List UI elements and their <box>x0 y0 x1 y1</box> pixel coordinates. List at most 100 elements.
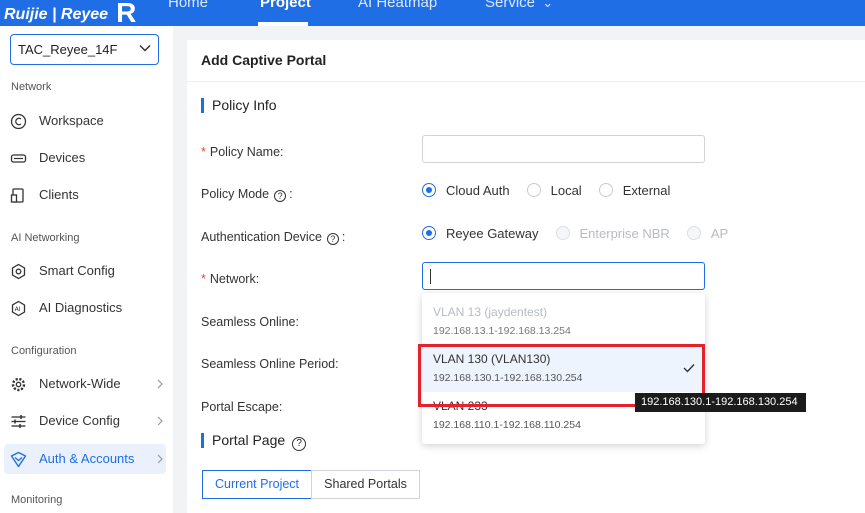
logo-text: Ruijie | Reyee <box>4 6 109 23</box>
radio-label: Enterprise NBR <box>579 226 670 241</box>
policy-mode-label-text: Policy Mode <box>201 187 270 201</box>
sidebar-item-label: Smart Config <box>39 263 115 278</box>
radio-unchecked-icon <box>526 183 541 197</box>
nav-service-label: Service <box>485 0 536 11</box>
chevron-right-icon <box>157 379 163 389</box>
sidebar-item-label: AI Diagnostics <box>39 300 123 315</box>
sidebar-item-smart-config[interactable]: Smart Config <box>4 256 166 286</box>
sidebar-item-label: Network-Wide <box>39 376 121 391</box>
seamless-period-label-text: Seamless Online Period <box>201 357 336 371</box>
sidebar-item-label: Devices <box>39 150 86 165</box>
radio-enterprise-nbr: Enterprise NBR <box>555 226 670 241</box>
portal-escape-label: Portal Escape: <box>201 400 282 414</box>
required-mark: * <box>201 272 206 286</box>
radio-local[interactable]: Local <box>526 183 582 198</box>
colon: : <box>341 230 346 244</box>
ruijie-reyee-logo[interactable]: Ruijie | Reyee R <box>4 0 137 28</box>
radio-label: External <box>622 183 671 198</box>
auth-device-label: Authentication Device?: <box>201 230 345 245</box>
ip-range-tooltip: 192.168.130.1-192.168.130.254 <box>635 393 806 412</box>
radio-disabled-icon <box>555 226 570 240</box>
help-icon[interactable]: ? <box>292 437 307 451</box>
clients-icon <box>10 188 24 203</box>
page-title: Add Captive Portal <box>201 52 327 68</box>
policy-name-label: * Policy Name: <box>201 145 284 159</box>
option-name: VLAN 13 (jaydentest) <box>433 305 548 319</box>
radio-external[interactable]: External <box>598 183 671 198</box>
radio-disabled-icon <box>686 226 701 240</box>
header-divider <box>187 81 865 82</box>
section-portal-page: Portal Page? <box>201 432 309 451</box>
section-title-network: Network <box>11 81 52 93</box>
smart-config-icon <box>11 263 26 280</box>
top-nav-bar: Ruijie | Reyee R Home Project AI Heatmap … <box>0 0 865 28</box>
nav-project[interactable]: Project <box>260 0 311 11</box>
colon: : <box>289 187 293 201</box>
project-select[interactable]: TAC_Reyee_14F <box>10 34 159 65</box>
tab-current-project[interactable]: Current Project <box>202 470 312 499</box>
sidebar: TAC_Reyee_14F Network Workspace Devices … <box>0 26 173 513</box>
colon: : <box>278 400 283 414</box>
colon: : <box>255 272 260 286</box>
colon: : <box>335 357 339 371</box>
help-icon[interactable]: ? <box>274 190 287 202</box>
sliders-icon <box>11 415 26 428</box>
radio-checked-icon <box>422 226 436 240</box>
sidebar-item-device-config[interactable]: Device Config <box>4 406 166 436</box>
text-caret <box>430 269 431 284</box>
sidebar-item-label: Auth & Accounts <box>39 451 135 466</box>
section-policy-info: Policy Info <box>201 97 277 113</box>
radio-cloud-auth[interactable]: Cloud Auth <box>422 183 510 198</box>
radio-ap: AP <box>686 226 729 241</box>
help-icon[interactable]: ? <box>326 233 339 245</box>
tab-shared-portals[interactable]: Shared Portals <box>311 470 420 499</box>
active-nav-indicator <box>258 22 308 26</box>
svg-text:AI: AI <box>15 306 21 313</box>
auth-device-label-text: Authentication Device <box>201 230 322 244</box>
radio-reyee-gateway[interactable]: Reyee Gateway <box>422 226 539 241</box>
sidebar-item-network-wide[interactable]: Network-Wide <box>4 369 166 399</box>
nav-ai-heatmap[interactable]: AI Heatmap <box>358 0 437 11</box>
section-title-configuration: Configuration <box>11 345 77 357</box>
policy-name-input[interactable] <box>422 135 705 163</box>
shield-icon <box>10 451 27 468</box>
option-range: 192.168.13.1-192.168.13.254 <box>433 325 571 337</box>
chevron-right-icon <box>157 454 163 464</box>
radio-label: Reyee Gateway <box>446 226 539 241</box>
sidebar-item-devices[interactable]: Devices <box>4 143 166 173</box>
chevron-right-icon <box>157 416 163 426</box>
sidebar-item-label: Device Config <box>39 413 120 428</box>
required-mark: * <box>201 145 206 159</box>
seamless-period-label: Seamless Online Period: <box>201 357 339 371</box>
option-range: 192.168.110.1-192.168.110.254 <box>433 419 581 431</box>
chevron-down-icon <box>139 44 151 52</box>
section-title-ai-networking: AI Networking <box>11 232 80 244</box>
section-title-monitoring: Monitoring <box>11 494 63 506</box>
dropdown-option-vlan13: VLAN 13 (jaydentest) 192.168.13.1-192.16… <box>422 299 705 345</box>
radio-label: Cloud Auth <box>446 183 510 198</box>
devices-icon <box>10 154 27 163</box>
sidebar-item-auth-accounts[interactable]: Auth & Accounts <box>4 444 166 474</box>
policy-mode-label: Policy Mode?: <box>201 187 293 202</box>
radio-label: AP <box>710 226 729 241</box>
colon: : <box>295 315 299 329</box>
nav-home[interactable]: Home <box>168 0 208 11</box>
sidebar-item-label: Clients <box>39 187 79 202</box>
seamless-online-label-text: Seamless Online <box>201 315 296 329</box>
nav-service[interactable]: Service ⌄ <box>485 0 553 11</box>
policy-name-label-text: Policy Name <box>209 145 281 159</box>
gear-icon <box>11 377 26 392</box>
ai-diagnostics-icon: AI <box>11 300 26 317</box>
project-select-value: TAC_Reyee_14F <box>18 42 118 57</box>
radio-unchecked-icon <box>598 183 613 197</box>
portal-escape-label-text: Portal Escape <box>201 400 279 414</box>
sidebar-item-clients[interactable]: Clients <box>4 180 166 210</box>
sidebar-item-label: Workspace <box>39 113 104 128</box>
sidebar-item-ai-diagnostics[interactable]: AI AI Diagnostics <box>4 293 166 323</box>
sidebar-item-workspace[interactable]: Workspace <box>4 106 166 136</box>
network-select-input[interactable] <box>422 262 705 290</box>
policy-mode-radio-group: Cloud Auth Local External <box>422 183 687 198</box>
chevron-down-icon: ⌄ <box>542 0 554 10</box>
portal-page-title: Portal Page <box>212 432 286 448</box>
logo-mark: R <box>116 0 137 28</box>
